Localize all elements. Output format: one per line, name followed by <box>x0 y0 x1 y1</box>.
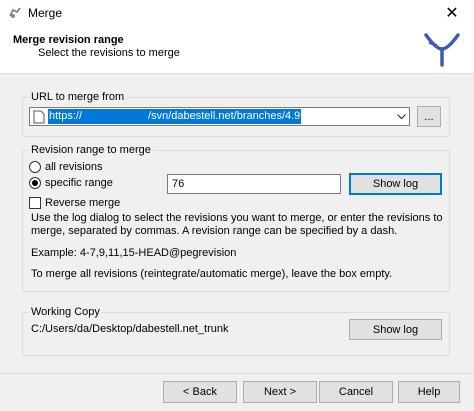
working-copy-show-log-button[interactable]: Show log <box>349 319 442 340</box>
help-button[interactable]: Help <box>398 381 460 403</box>
page-subtitle: Select the revisions to merge <box>38 47 180 59</box>
next-button[interactable]: Next > <box>243 381 317 403</box>
all-revisions-radio[interactable]: all revisions <box>29 161 102 173</box>
working-copy-path: C:/Users/da/Desktop/dabestell.net_trunk <box>31 323 229 335</box>
tortoisesvn-logo-icon <box>424 33 460 67</box>
file-icon <box>33 110 45 123</box>
close-button[interactable]: ✕ <box>430 0 474 26</box>
window-title: Merge <box>28 6 63 20</box>
url-selected-text[interactable]: https:// /svn/dabestell.net/branches/4.9 <box>48 109 302 124</box>
specific-range-label: specific range <box>45 177 113 189</box>
revision-range-input[interactable]: 76 <box>167 174 341 194</box>
tortoisesvn-icon <box>7 5 23 21</box>
example-text: Example: 4-7,9,11,15-HEAD@pegrevision <box>31 247 237 259</box>
reverse-merge-checkbox-box[interactable] <box>29 197 41 209</box>
empty-note-text: To merge all revisions (reintegrate/auto… <box>31 268 393 280</box>
help-text-line-2: merge, separated by commas. A revision r… <box>31 225 398 237</box>
reverse-merge-label: Reverse merge <box>45 197 121 209</box>
working-copy-label: Working Copy <box>29 306 102 318</box>
url-suffix: /svn/dabestell.net/branches/4.9 <box>148 110 301 122</box>
help-text-line-1: Use the log dialog to select the revisio… <box>31 212 443 224</box>
all-revisions-radio-circle[interactable] <box>29 161 41 173</box>
chevron-down-icon[interactable] <box>395 111 407 123</box>
specific-range-radio[interactable]: specific range <box>29 177 113 189</box>
wizard-header: Merge revision range Select the revision… <box>0 26 474 74</box>
all-revisions-label: all revisions <box>45 161 103 173</box>
show-log-button[interactable]: Show log <box>349 173 442 195</box>
url-combobox[interactable]: https:// /svn/dabestell.net/branches/4.9 <box>29 107 410 126</box>
cancel-button[interactable]: Cancel <box>319 381 393 403</box>
revision-range-label: Revision range to merge <box>29 144 153 156</box>
page-title: Merge revision range <box>13 34 124 46</box>
browse-button[interactable]: ... <box>417 106 441 127</box>
url-group-label: URL to merge from <box>29 91 127 103</box>
url-prefix: https:// <box>49 110 83 122</box>
reverse-merge-checkbox[interactable]: Reverse merge <box>29 197 120 209</box>
title-bar: Merge ✕ <box>0 0 474 26</box>
specific-range-radio-circle[interactable] <box>29 177 41 189</box>
back-button[interactable]: < Back <box>163 381 237 403</box>
